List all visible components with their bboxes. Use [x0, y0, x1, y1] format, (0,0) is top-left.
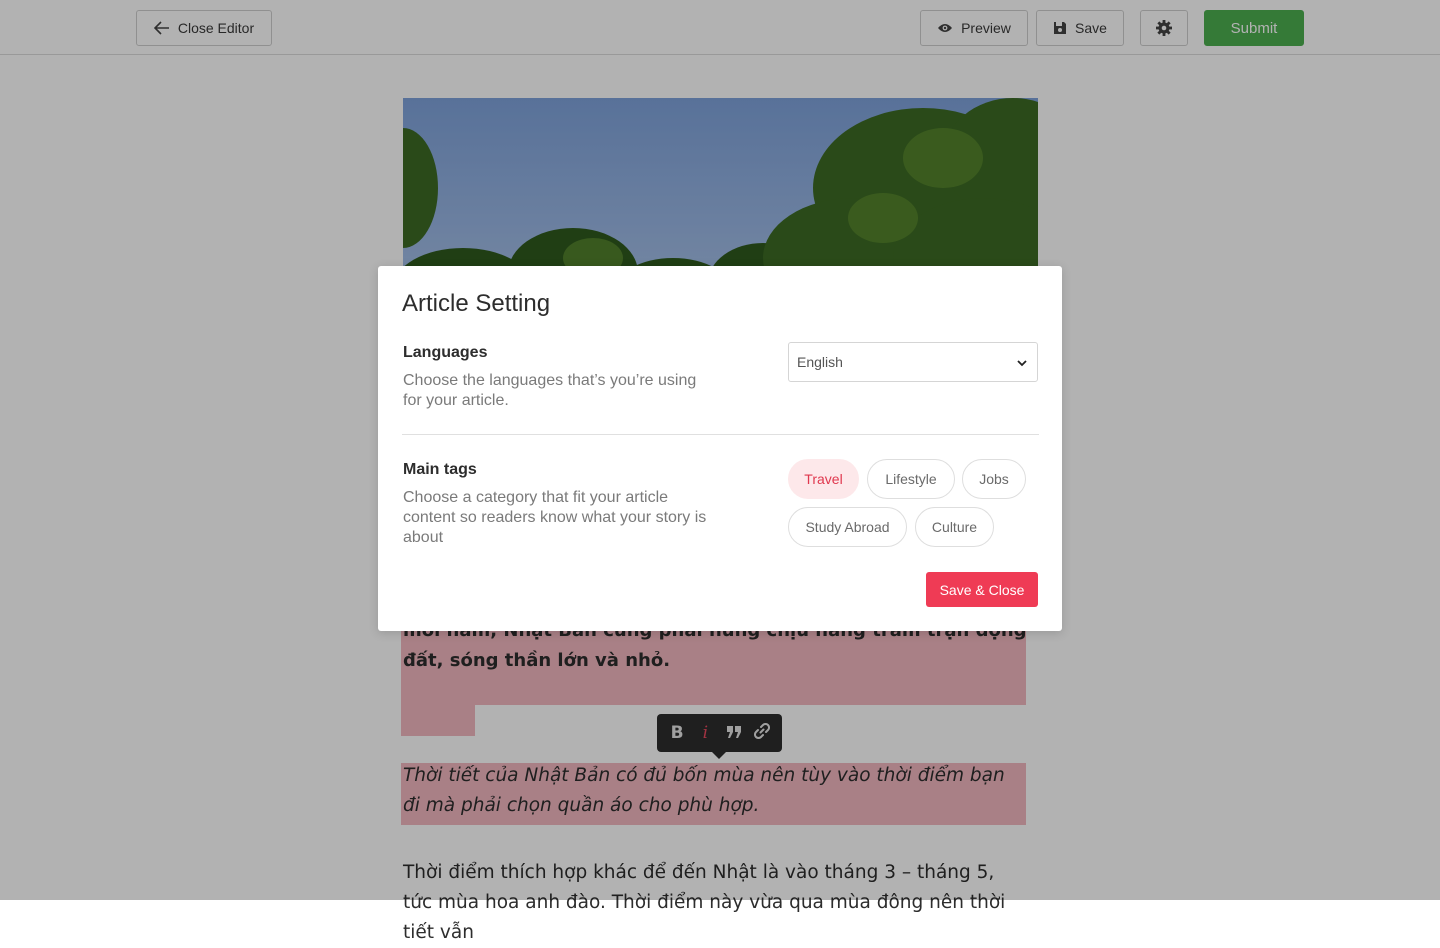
language-select[interactable]: English	[788, 342, 1038, 382]
tag-culture[interactable]: Culture	[915, 507, 994, 547]
main-tags-description: Choose a category that fit your article …	[403, 489, 707, 546]
tag-jobs[interactable]: Jobs	[962, 459, 1026, 499]
tag-lifestyle[interactable]: Lifestyle	[867, 459, 955, 499]
languages-description: Choose the languages that’s you’re using…	[403, 372, 697, 409]
article-setting-modal: Article Setting Languages Choose the lan…	[378, 266, 1062, 631]
languages-label: Languages	[403, 344, 488, 361]
modal-title: Article Setting	[402, 290, 551, 317]
save-and-close-button[interactable]: Save & Close	[926, 572, 1038, 607]
language-select-value: English	[797, 354, 843, 370]
main-tags-label: Main tags	[403, 461, 477, 478]
tag-travel[interactable]: Travel	[788, 459, 859, 499]
section-divider	[402, 434, 1039, 435]
chevron-down-icon	[1017, 354, 1027, 370]
tag-study-abroad[interactable]: Study Abroad	[788, 507, 907, 547]
